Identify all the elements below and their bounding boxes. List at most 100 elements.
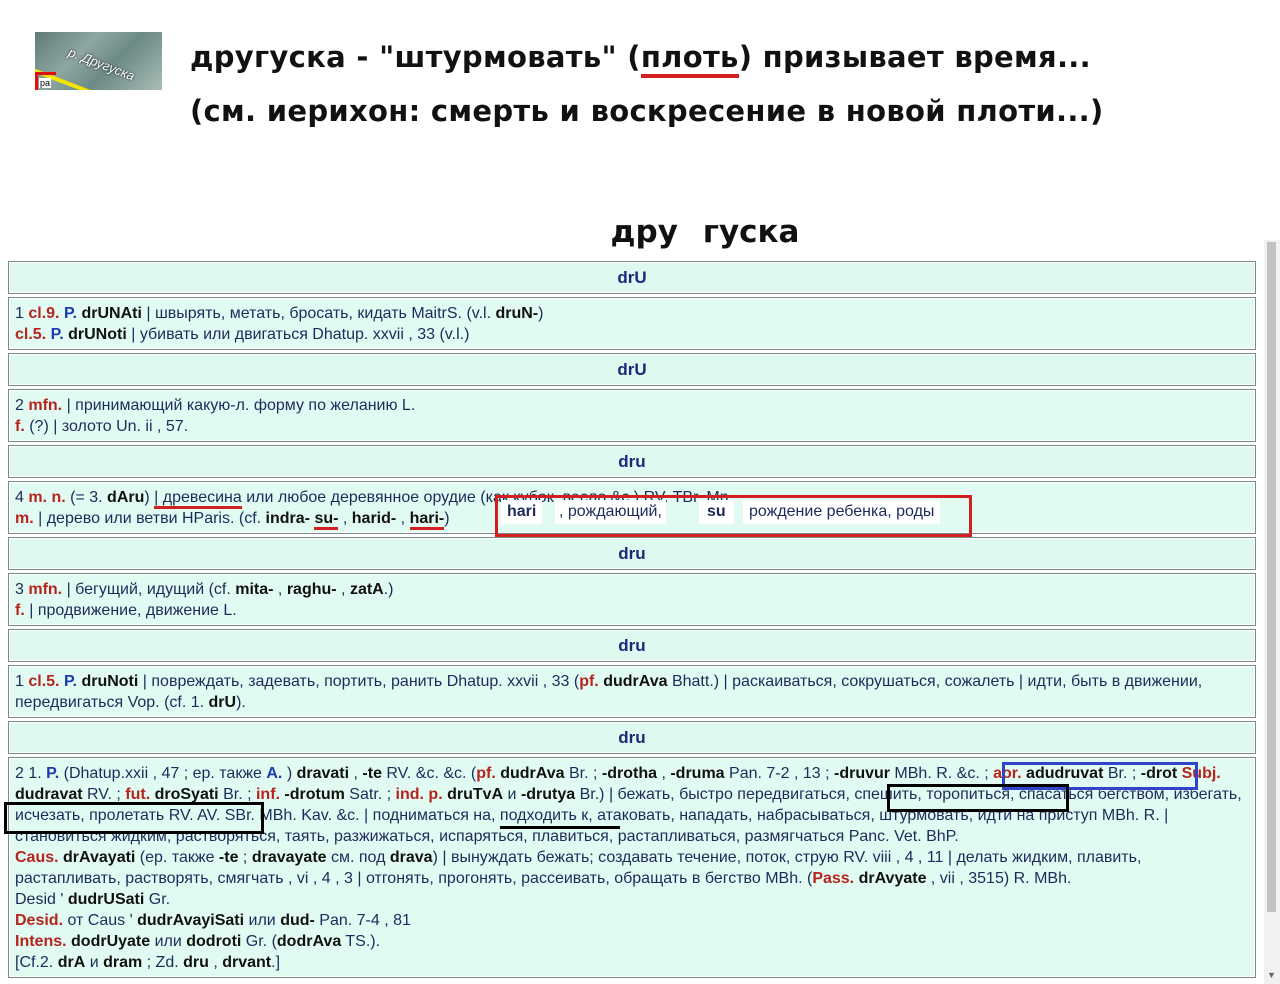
- black-box-storm: [4, 802, 264, 834]
- text-segment: (?) | золото Un. ii , 57.: [24, 418, 189, 435]
- entry-headword: dru: [8, 537, 1256, 570]
- sanskrit-term: -druvur: [833, 765, 890, 782]
- voice-label: P.: [63, 673, 77, 690]
- text-segment: ,: [208, 954, 223, 971]
- voice-label: P.: [46, 765, 60, 782]
- sanskrit-term: -drotha: [601, 765, 657, 782]
- text-segment: Gr. (: [241, 933, 277, 950]
- text-segment: 2: [15, 397, 29, 414]
- grammar-label: inf.: [255, 786, 280, 803]
- text-segment: ,: [273, 581, 287, 598]
- grammar-label: Desid.: [15, 912, 64, 929]
- sanskrit-term: dodroti: [186, 933, 242, 950]
- text-segment: Gr.: [144, 891, 171, 908]
- definition-line: 1 cl.9. P. drUNAti | швырять, метать, бр…: [15, 303, 1249, 324]
- text-segment: 3: [15, 581, 29, 598]
- text-segment: ;: [238, 849, 252, 866]
- text-segment: ,: [336, 581, 350, 598]
- sanskrit-term: harid-: [351, 510, 397, 527]
- text-segment: ).: [236, 694, 246, 711]
- grammar-label: fut.: [125, 786, 151, 803]
- text-segment: ,: [338, 510, 352, 527]
- text-segment: Satr. ;: [344, 786, 396, 803]
- definition-line: Caus. drAvayati (ep. также -te ; dravaya…: [15, 847, 1249, 889]
- sanskrit-term: drava: [389, 849, 433, 866]
- definition-line: 1 cl.5. P. druNoti | повреждать, задеват…: [15, 671, 1249, 713]
- text-segment: (= 3.: [65, 489, 108, 506]
- sanskrit-term: dravati: [296, 765, 350, 782]
- text-segment: ): [144, 489, 155, 506]
- grammar-label: m.: [15, 510, 34, 527]
- sanskrit-term: drU: [208, 694, 237, 711]
- text-segment: Br. ;: [564, 765, 602, 782]
- scroll-down-arrow-icon[interactable]: ▼: [1267, 970, 1276, 980]
- text-segment: Br. ;: [218, 786, 256, 803]
- sanskrit-term: druNoti: [81, 673, 139, 690]
- text-segment: 1: [15, 673, 29, 690]
- text-segment: | продвижение, движение L.: [24, 602, 237, 619]
- sanskrit-term: dram: [103, 954, 143, 971]
- text-segment: (Dhatup.xxii , 47 ; ep. также: [59, 765, 267, 782]
- voice-label: P.: [63, 305, 77, 322]
- sanskrit-term: droSyati: [154, 786, 219, 803]
- sanskrit-term: -drutya: [520, 786, 576, 803]
- sanskrit-term: dudrAva: [603, 673, 668, 690]
- text-segment: | дерево или ветви HParis. (cf.: [33, 510, 266, 527]
- definition-line: f. | продвижение, движение L.: [15, 600, 1249, 621]
- text-segment: ): [282, 765, 297, 782]
- text-segment: | швырять, метать, бросать, кидать Maitr…: [141, 305, 496, 322]
- definition-line: Desid. от Caus ' dudrAvayiSati или dud- …: [15, 910, 1249, 931]
- text-segment: | повреждать, задевать, портить, ранить …: [138, 673, 580, 690]
- text-segment: | принимающий какую-л. форму по желанию …: [62, 397, 416, 414]
- sanskrit-term: dodrAva: [276, 933, 342, 950]
- sanskrit-term-underlined: su-: [314, 510, 339, 530]
- sanskrit-term: drAvayati: [63, 849, 136, 866]
- entry-definition: 2 mfn. | принимающий какую-л. форму по ж…: [8, 389, 1256, 442]
- grammar-label: pf.: [476, 765, 496, 782]
- text-segment: , vii , 3515) R. MBh.: [926, 870, 1072, 887]
- map-small-label: ра: [39, 78, 52, 88]
- sanskrit-term: dravayate: [251, 849, 327, 866]
- underline-dissolve: [500, 826, 620, 829]
- sanskrit-term: drAvyate: [858, 870, 927, 887]
- grammar-label: mfn.: [28, 581, 63, 598]
- sanskrit-term: drvant: [222, 954, 272, 971]
- text-segment: Pan. 7-2 , 13 ;: [724, 765, 834, 782]
- vertical-scrollbar[interactable]: ▼: [1264, 240, 1280, 984]
- sanskrit-term: -te: [362, 765, 382, 782]
- sanskrit-term: druN-: [495, 305, 539, 322]
- grammar-label: f.: [15, 418, 25, 435]
- grammar-label: f.: [15, 602, 25, 619]
- text-segment: и: [503, 786, 521, 803]
- entry-definition: 3 mfn. | бегущий, идущий (cf. mita- , ra…: [8, 573, 1256, 626]
- sanskrit-term: dudrAvayiSati: [137, 912, 245, 929]
- text-segment: [Cf.2.: [15, 954, 58, 971]
- sanskrit-term-underlined: hari-: [409, 510, 445, 530]
- definition-line: 3 mfn. | бегущий, идущий (cf. mita- , ra…: [15, 579, 1249, 600]
- scrollbar-thumb[interactable]: [1267, 242, 1276, 912]
- sanskrit-term: dudravat: [15, 786, 83, 803]
- text-segment: ): [538, 305, 544, 322]
- entry-definition: 1 cl.5. P. druNoti | повреждать, задеват…: [8, 665, 1256, 718]
- text-segment: ,: [657, 765, 671, 782]
- grammar-label: cl.5.: [15, 326, 47, 343]
- grammar-label: mfn.: [28, 397, 63, 414]
- text-segment: RV. ;: [82, 786, 126, 803]
- grammar-label: Pass.: [812, 870, 855, 887]
- text-segment: ,: [396, 510, 410, 527]
- text-segment: 1: [15, 305, 29, 322]
- sanskrit-term: -te: [218, 849, 239, 866]
- text-segment: ): [444, 510, 450, 527]
- sanskrit-term: dudrAva: [500, 765, 565, 782]
- definition-line: Desid ' dudrUSati Gr.: [15, 889, 1249, 910]
- headline-1: другуска - "штурмовать" (плоть) призывае…: [190, 40, 1091, 78]
- text-segment: | убивать или двигаться Dhatup. xxvii , …: [126, 326, 470, 343]
- sanskrit-term: dud-: [280, 912, 315, 929]
- text-segment: 2 1.: [15, 765, 47, 782]
- text-segment: от Caus ': [63, 912, 138, 929]
- text-segment: Pan. 7-4 , 81: [314, 912, 411, 929]
- sanskrit-term: dru: [183, 954, 209, 971]
- grammar-label: ind. p.: [395, 786, 443, 803]
- sanskrit-term: dudrUSati: [67, 891, 145, 908]
- text-segment: или: [244, 912, 281, 929]
